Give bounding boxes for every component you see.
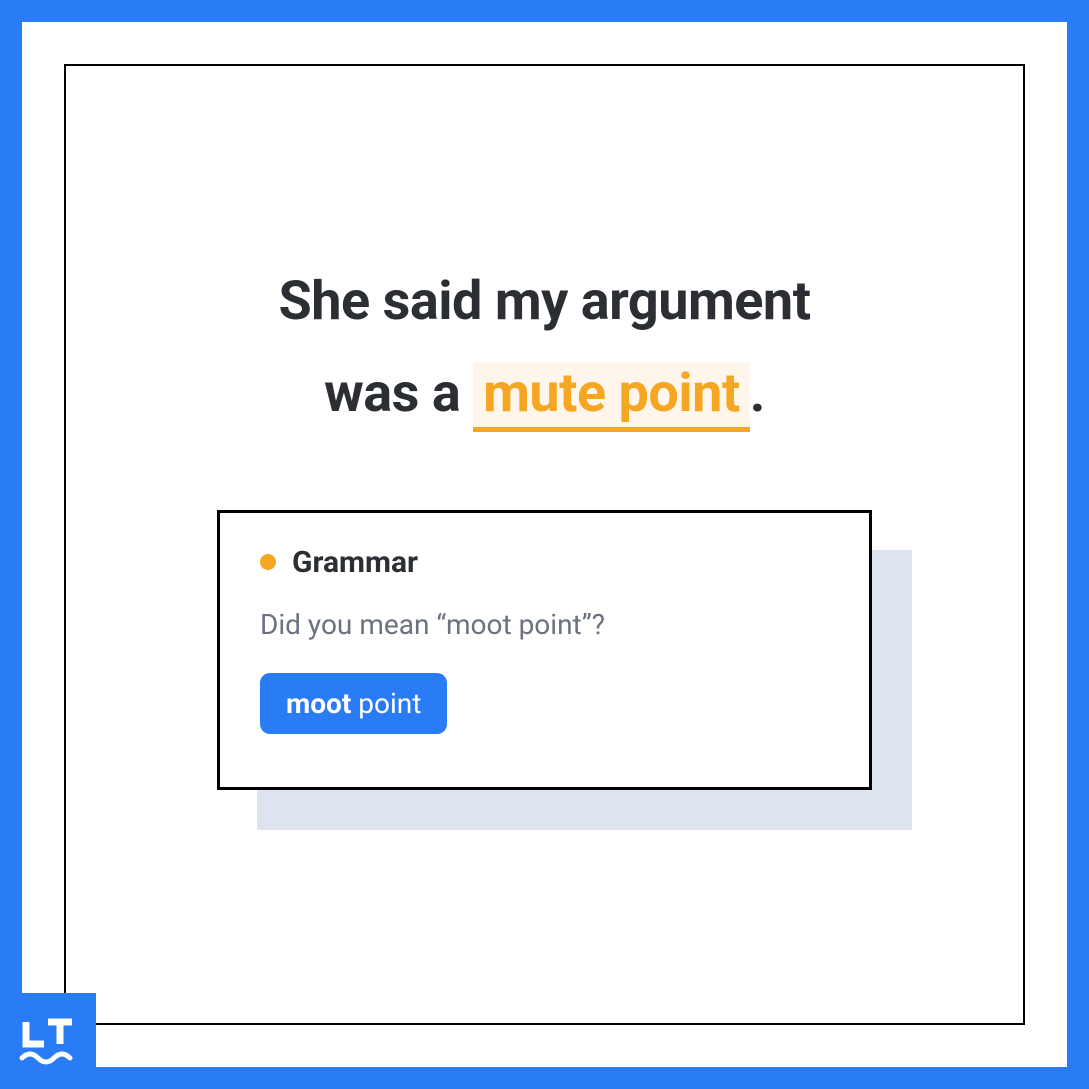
- logo-badge: [0, 993, 96, 1089]
- correction-tooltip: Grammar Did you mean “moot point”? moot …: [217, 510, 872, 790]
- outer-frame: She said my argument was a mute point. G…: [0, 0, 1089, 1089]
- example-sentence: She said my argument was a mute point.: [66, 256, 1023, 440]
- lt-logo-icon: [18, 1016, 78, 1066]
- tooltip-wrapper: Grammar Did you mean “moot point”? moot …: [217, 510, 872, 790]
- error-highlight[interactable]: mute point: [473, 362, 750, 432]
- sentence-line-1: She said my argument: [66, 256, 1023, 348]
- sentence-prefix: was a: [324, 362, 473, 425]
- suggestion-rest-part: point: [351, 687, 421, 720]
- tooltip-message: Did you mean “moot point”?: [260, 608, 829, 641]
- tooltip-header: Grammar: [260, 545, 829, 580]
- suggestion-button[interactable]: moot point: [260, 673, 447, 734]
- sentence-suffix: .: [750, 362, 765, 425]
- suggestion-bold-part: moot: [286, 687, 351, 720]
- category-label: Grammar: [292, 545, 418, 580]
- sentence-line-2: was a mute point.: [66, 348, 1023, 440]
- category-dot-icon: [260, 554, 276, 570]
- inner-content-frame: She said my argument was a mute point. G…: [64, 64, 1025, 1025]
